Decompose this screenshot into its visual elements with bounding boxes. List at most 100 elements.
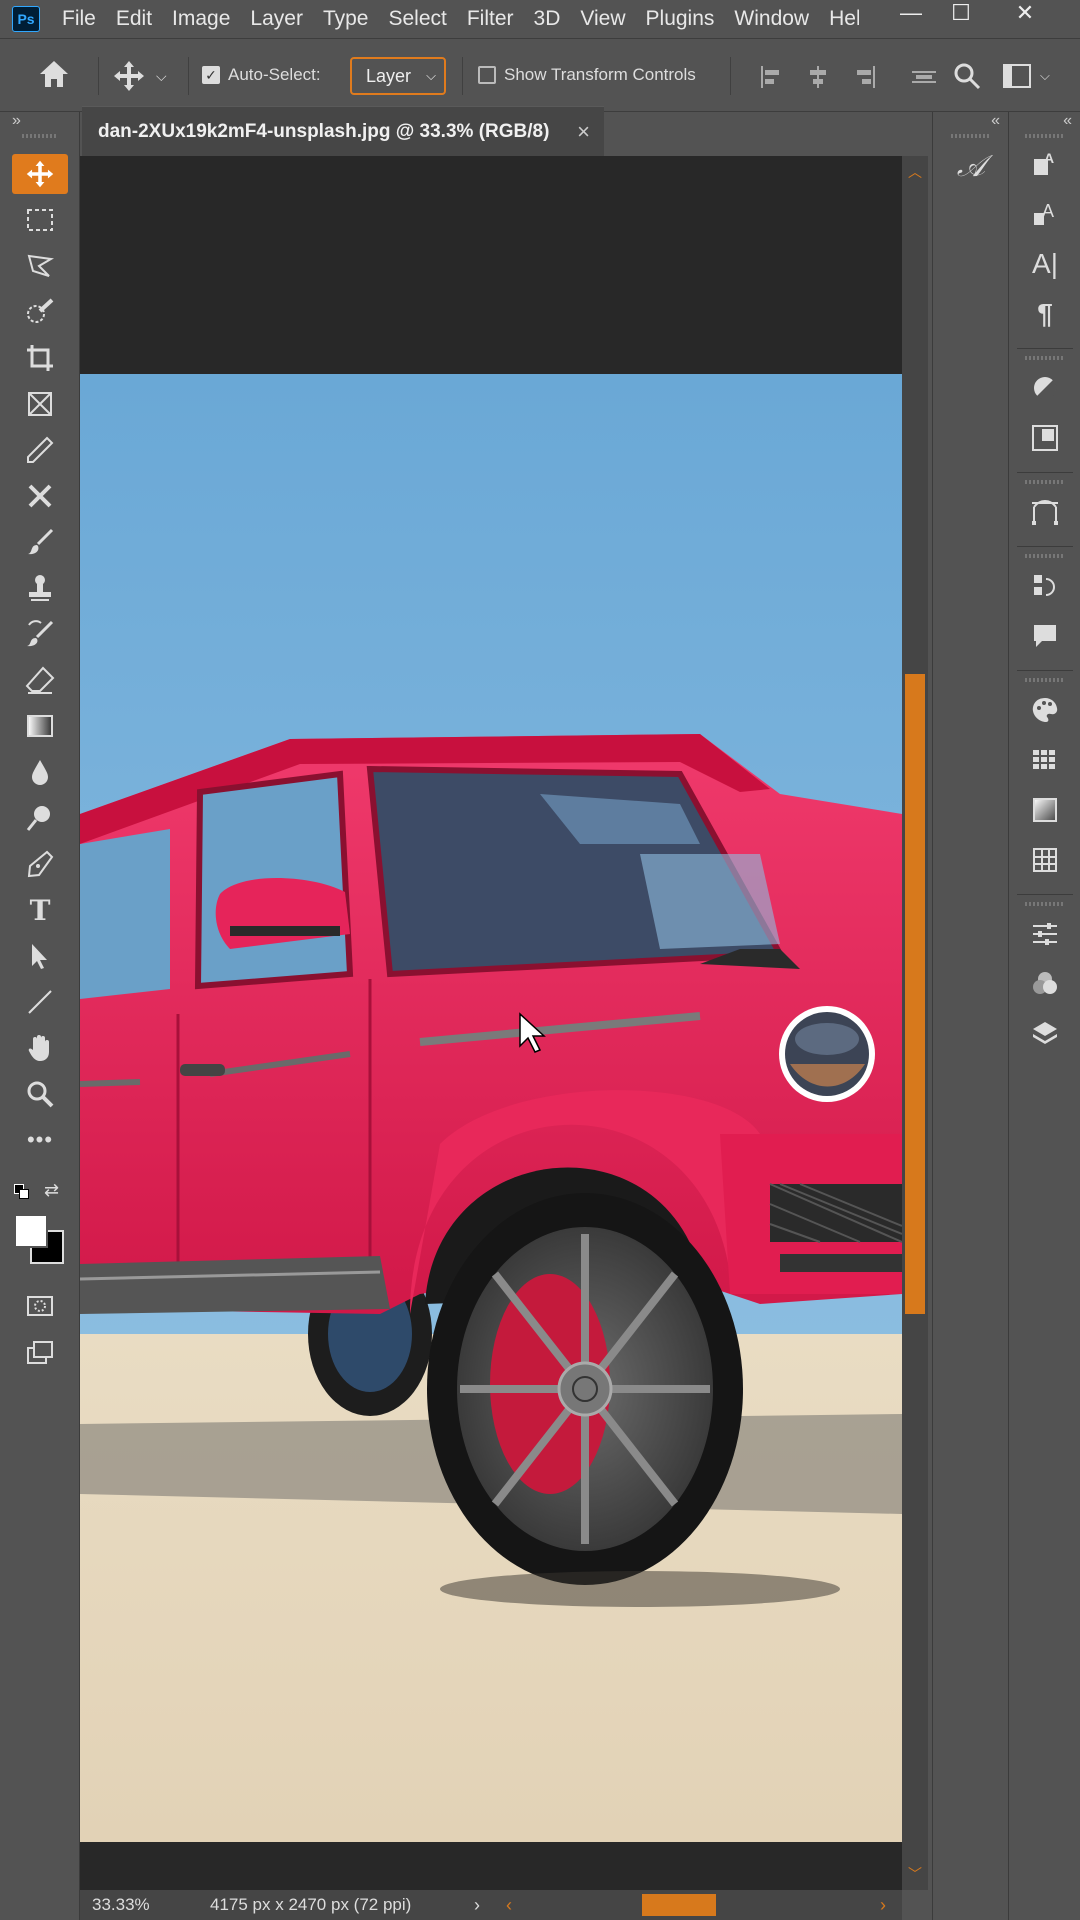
glyphs-panel-button[interactable]: 𝒜 — [943, 144, 999, 188]
adjustments-panel-button[interactable] — [1017, 366, 1073, 410]
healing-brush-tool[interactable] — [12, 476, 68, 516]
eraser-tool[interactable] — [12, 660, 68, 700]
menu-type[interactable]: Type — [313, 7, 379, 31]
distribute-button[interactable] — [910, 63, 938, 91]
move-tool[interactable] — [12, 154, 68, 194]
default-colors-icon[interactable] — [14, 1184, 32, 1202]
minimize-button[interactable]: — — [886, 0, 936, 26]
move-tool-preset-picker[interactable]: ⌵ — [112, 59, 167, 93]
gradients-icon — [1033, 798, 1057, 822]
menu-file[interactable]: File — [52, 7, 106, 31]
hand-tool[interactable] — [12, 1028, 68, 1068]
car-photo — [80, 374, 902, 1842]
toolbar: » T ••• ⇄ — [0, 112, 80, 1920]
character-styles-panel-button[interactable]: A — [1017, 142, 1073, 186]
scroll-down-icon[interactable]: ﹀ — [908, 1864, 922, 1884]
swap-colors-icon[interactable]: ⇄ — [44, 1180, 59, 1201]
menu-plugins[interactable]: Plugins — [636, 7, 725, 31]
collapse-panels-icon[interactable]: « — [991, 112, 1000, 130]
auto-select-target-dropdown[interactable]: Layer ⌵ — [350, 57, 446, 95]
menu-edit[interactable]: Edit — [106, 7, 162, 31]
eraser-icon — [25, 666, 55, 694]
line-tool[interactable] — [12, 982, 68, 1022]
pen-tool[interactable] — [12, 844, 68, 884]
horizontal-scrollbar-thumb[interactable] — [642, 1894, 716, 1916]
align-left-button[interactable] — [758, 63, 786, 91]
type-tool[interactable]: T — [12, 890, 68, 930]
maximize-button[interactable]: ☐ — [936, 0, 986, 26]
vertical-scrollbar[interactable]: ︿ ﹀ — [902, 156, 928, 1890]
quick-selection-tool[interactable] — [12, 292, 68, 332]
quick-mask-button[interactable] — [12, 1286, 68, 1326]
auto-select-checkbox[interactable]: ✓ Auto-Select: — [202, 65, 321, 85]
menu-image[interactable]: Image — [162, 7, 240, 31]
pen-icon — [27, 850, 54, 878]
eyedropper-tool[interactable] — [12, 430, 68, 470]
libraries-panel-button[interactable] — [1017, 416, 1073, 460]
menu-layer[interactable]: Layer — [240, 7, 313, 31]
close-tab-icon[interactable]: × — [577, 119, 590, 145]
comments-panel-button[interactable] — [1017, 614, 1073, 658]
hand-icon — [28, 1035, 49, 1061]
scroll-left-icon[interactable]: ‹ — [506, 1895, 512, 1916]
rectangular-marquee-tool[interactable] — [12, 200, 68, 240]
channels-icon — [1033, 972, 1057, 994]
menu-help[interactable]: Hel — [819, 7, 859, 31]
healing-icon — [28, 484, 52, 508]
collapse-panels-icon[interactable]: « — [1063, 112, 1072, 130]
zoom-level[interactable]: 33.33% — [92, 1895, 150, 1915]
align-right-button[interactable] — [850, 63, 878, 91]
lasso-tool[interactable] — [12, 246, 68, 286]
gradient-tool[interactable] — [12, 706, 68, 746]
crop-tool[interactable] — [12, 338, 68, 378]
quick-selection-icon — [27, 298, 54, 323]
scroll-right-icon[interactable]: › — [880, 1895, 886, 1916]
patterns-panel-button[interactable] — [1017, 838, 1073, 882]
zoom-tool[interactable] — [12, 1074, 68, 1114]
menu-select[interactable]: Select — [378, 7, 456, 31]
paragraph-styles-panel-button[interactable]: A — [1017, 192, 1073, 236]
close-window-button[interactable]: ✕ — [1000, 0, 1050, 26]
workspace-switcher[interactable]: ⌵ — [1002, 61, 1050, 91]
checkbox-checked-icon: ✓ — [202, 66, 220, 84]
menu-3d[interactable]: 3D — [524, 7, 571, 31]
document-canvas-image[interactable] — [80, 374, 902, 1842]
paths-panel-button[interactable] — [1017, 490, 1073, 534]
color-panel-button[interactable] — [1017, 688, 1073, 732]
scroll-up-icon[interactable]: ︿ — [908, 162, 922, 182]
gradients-panel-button[interactable] — [1017, 788, 1073, 832]
path-selection-tool[interactable] — [12, 936, 68, 976]
menu-filter[interactable]: Filter — [457, 7, 524, 31]
frame-tool[interactable] — [12, 384, 68, 424]
swatches-panel-button[interactable] — [1017, 738, 1073, 782]
scrollbar-thumb[interactable] — [905, 674, 925, 1314]
document-tab[interactable]: dan-2XUx19k2mF4-unsplash.jpg @ 33.3% (RG… — [82, 106, 604, 156]
properties-panel-button[interactable] — [1017, 912, 1073, 956]
brush-tool[interactable] — [12, 522, 68, 562]
menu-view[interactable]: View — [570, 7, 635, 31]
collapse-toolbar-icon[interactable]: » — [12, 112, 21, 130]
search-button[interactable] — [952, 61, 982, 91]
home-button[interactable] — [36, 57, 72, 91]
glyphs-icon: 𝒜 — [956, 148, 986, 184]
libraries-icon — [1032, 425, 1058, 451]
character-panel-button[interactable]: A| — [1017, 242, 1073, 286]
history-panel-button[interactable] — [1017, 564, 1073, 608]
paragraph-panel-button[interactable]: ¶ — [1017, 292, 1073, 336]
show-transform-controls-checkbox[interactable]: Show Transform Controls — [478, 65, 696, 85]
quick-mask-icon — [27, 1296, 53, 1316]
channels-panel-button[interactable] — [1017, 962, 1073, 1006]
dodge-tool[interactable] — [12, 798, 68, 838]
foreground-color-swatch[interactable] — [14, 1214, 48, 1248]
menu-window[interactable]: Window — [724, 7, 819, 31]
status-menu-chevron-icon[interactable]: › — [474, 1895, 480, 1916]
align-center-icon — [810, 66, 826, 88]
screen-mode-button[interactable] — [12, 1332, 68, 1372]
more-tools-button[interactable]: ••• — [12, 1120, 68, 1160]
history-brush-tool[interactable] — [12, 614, 68, 654]
align-center-button[interactable] — [804, 63, 832, 91]
blur-tool[interactable] — [12, 752, 68, 792]
layers-panel-button[interactable] — [1017, 1012, 1073, 1056]
clone-stamp-tool[interactable] — [12, 568, 68, 608]
align-right-icon — [857, 66, 875, 88]
